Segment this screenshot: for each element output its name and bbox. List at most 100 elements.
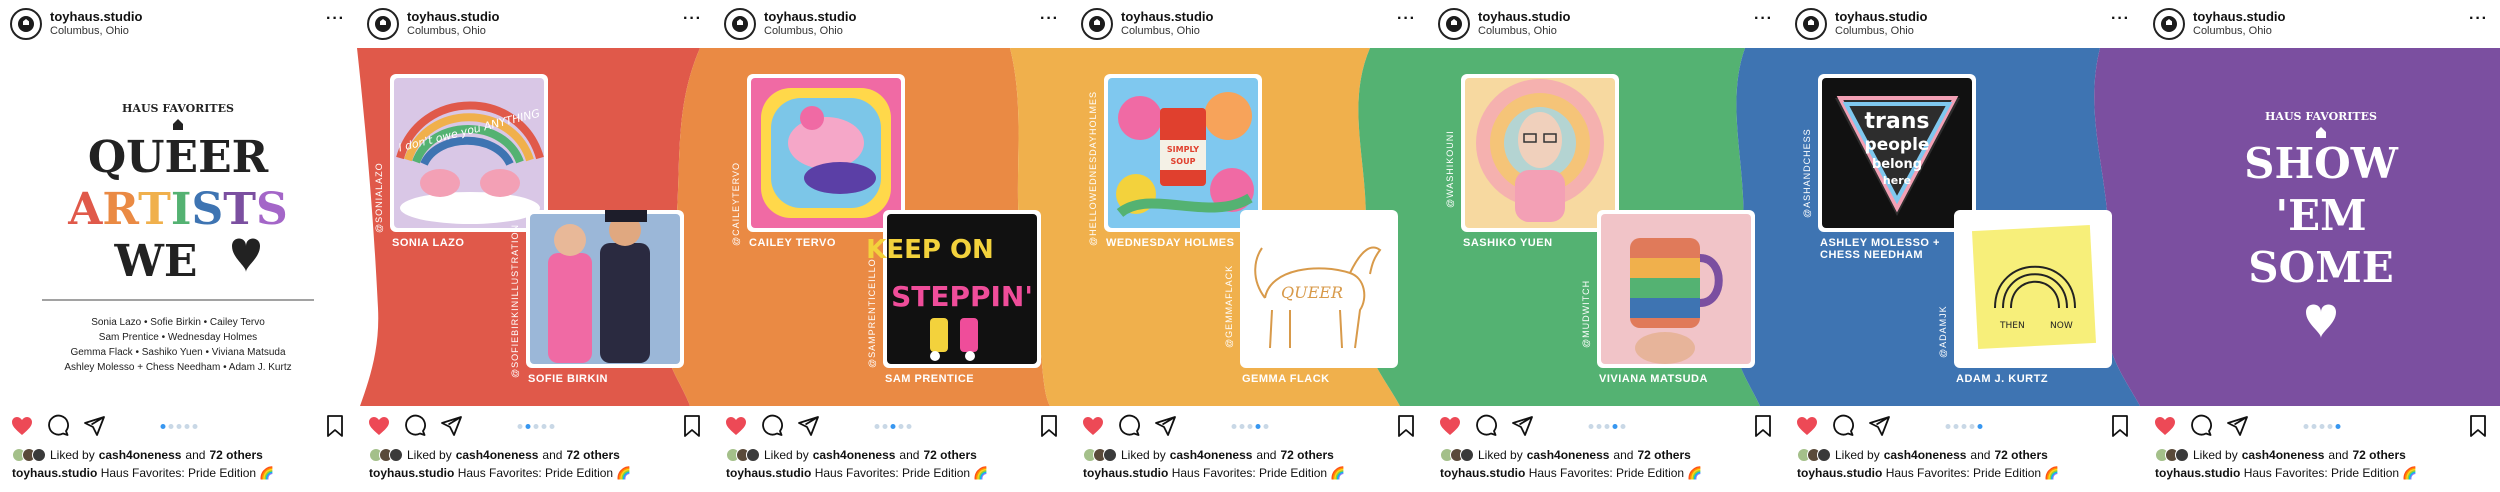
liked-by-user[interactable]: cash4oneness bbox=[2242, 448, 2325, 462]
bookmark-icon[interactable] bbox=[2466, 414, 2490, 438]
carousel-dot[interactable] bbox=[1977, 424, 1982, 429]
avatar[interactable] bbox=[1081, 8, 1113, 40]
username[interactable]: toyhaus.studio bbox=[2193, 9, 2285, 24]
comment-icon[interactable] bbox=[2189, 414, 2213, 438]
bookmark-icon[interactable] bbox=[1751, 414, 1775, 438]
carousel-dot[interactable] bbox=[549, 424, 554, 429]
carousel-dot[interactable] bbox=[2319, 424, 2324, 429]
username[interactable]: toyhaus.studio bbox=[1835, 9, 1927, 24]
location[interactable]: Columbus, Ohio bbox=[407, 25, 486, 37]
location[interactable]: Columbus, Ohio bbox=[1478, 25, 1557, 37]
comment-icon[interactable] bbox=[1831, 414, 1855, 438]
carousel-dot[interactable] bbox=[1953, 424, 1958, 429]
carousel-dot[interactable] bbox=[192, 424, 197, 429]
liker-avatars[interactable] bbox=[1797, 448, 1831, 462]
bookmark-icon[interactable] bbox=[1037, 414, 1061, 438]
heart-icon[interactable] bbox=[2153, 414, 2177, 438]
caption-username[interactable]: toyhaus.studio bbox=[726, 466, 811, 480]
location[interactable]: Columbus, Ohio bbox=[50, 25, 129, 37]
caption-username[interactable]: toyhaus.studio bbox=[12, 466, 97, 480]
location[interactable]: Columbus, Ohio bbox=[1835, 25, 1914, 37]
carousel-dot[interactable] bbox=[1239, 424, 1244, 429]
carousel-dot[interactable] bbox=[882, 424, 887, 429]
carousel-dot[interactable] bbox=[1620, 424, 1625, 429]
heart-icon[interactable] bbox=[1795, 414, 1819, 438]
more-options-icon[interactable]: ··· bbox=[1040, 10, 1059, 28]
liked-by-others[interactable]: 72 others bbox=[566, 448, 619, 462]
carousel-dot[interactable] bbox=[2335, 424, 2340, 429]
liker-avatars[interactable] bbox=[1083, 448, 1117, 462]
liked-by-others[interactable]: 72 others bbox=[923, 448, 976, 462]
carousel-dot[interactable] bbox=[1969, 424, 1974, 429]
username[interactable]: toyhaus.studio bbox=[1478, 9, 1570, 24]
location[interactable]: Columbus, Ohio bbox=[1121, 25, 1200, 37]
more-options-icon[interactable]: ··· bbox=[1754, 10, 1773, 28]
carousel-dot[interactable] bbox=[525, 424, 530, 429]
carousel-dot[interactable] bbox=[1255, 424, 1260, 429]
caption-username[interactable]: toyhaus.studio bbox=[1083, 466, 1168, 480]
carousel-dot[interactable] bbox=[1588, 424, 1593, 429]
share-icon[interactable] bbox=[82, 414, 106, 438]
carousel-dot[interactable] bbox=[890, 424, 895, 429]
carousel-dot[interactable] bbox=[1596, 424, 1601, 429]
more-options-icon[interactable]: ··· bbox=[2469, 10, 2488, 28]
share-icon[interactable] bbox=[1510, 414, 1534, 438]
more-options-icon[interactable]: ··· bbox=[326, 10, 345, 28]
heart-icon[interactable] bbox=[1081, 414, 1105, 438]
caption-username[interactable]: toyhaus.studio bbox=[369, 466, 454, 480]
caption-username[interactable]: toyhaus.studio bbox=[1797, 466, 1882, 480]
username[interactable]: toyhaus.studio bbox=[50, 9, 142, 24]
share-icon[interactable] bbox=[439, 414, 463, 438]
liker-avatars[interactable] bbox=[2155, 448, 2189, 462]
avatar[interactable] bbox=[10, 8, 42, 40]
share-icon[interactable] bbox=[1867, 414, 1891, 438]
bookmark-icon[interactable] bbox=[323, 414, 347, 438]
liked-by-others[interactable]: 72 others bbox=[1994, 448, 2047, 462]
comment-icon[interactable] bbox=[1474, 414, 1498, 438]
carousel-dot[interactable] bbox=[184, 424, 189, 429]
more-options-icon[interactable]: ··· bbox=[1397, 10, 1416, 28]
share-icon[interactable] bbox=[2225, 414, 2249, 438]
caption-username[interactable]: toyhaus.studio bbox=[1440, 466, 1525, 480]
bookmark-icon[interactable] bbox=[1394, 414, 1418, 438]
liked-by-others[interactable]: 72 others bbox=[2352, 448, 2405, 462]
carousel-dot[interactable] bbox=[1247, 424, 1252, 429]
carousel-dot[interactable] bbox=[1612, 424, 1617, 429]
carousel-dot[interactable] bbox=[176, 424, 181, 429]
liker-avatars[interactable] bbox=[726, 448, 760, 462]
liked-by-others[interactable]: 72 others bbox=[1280, 448, 1333, 462]
more-options-icon[interactable]: ··· bbox=[2111, 10, 2130, 28]
heart-icon[interactable] bbox=[10, 414, 34, 438]
liker-avatars[interactable] bbox=[369, 448, 403, 462]
location[interactable]: Columbus, Ohio bbox=[764, 25, 843, 37]
carousel-dot[interactable] bbox=[1263, 424, 1268, 429]
carousel-dot[interactable] bbox=[1945, 424, 1950, 429]
liker-avatars[interactable] bbox=[1440, 448, 1474, 462]
username[interactable]: toyhaus.studio bbox=[1121, 9, 1213, 24]
carousel-dot[interactable] bbox=[160, 424, 165, 429]
liked-by-others[interactable]: 72 others bbox=[209, 448, 262, 462]
carousel-dot[interactable] bbox=[1961, 424, 1966, 429]
carousel-dot[interactable] bbox=[906, 424, 911, 429]
bookmark-icon[interactable] bbox=[680, 414, 704, 438]
comment-icon[interactable] bbox=[760, 414, 784, 438]
heart-icon[interactable] bbox=[724, 414, 748, 438]
carousel-dot[interactable] bbox=[874, 424, 879, 429]
heart-icon[interactable] bbox=[367, 414, 391, 438]
avatar[interactable] bbox=[367, 8, 399, 40]
heart-icon[interactable] bbox=[1438, 414, 1462, 438]
carousel-dot[interactable] bbox=[533, 424, 538, 429]
share-icon[interactable] bbox=[1153, 414, 1177, 438]
caption-username[interactable]: toyhaus.studio bbox=[2155, 466, 2240, 480]
avatar[interactable] bbox=[2153, 8, 2185, 40]
location[interactable]: Columbus, Ohio bbox=[2193, 25, 2272, 37]
comment-icon[interactable] bbox=[1117, 414, 1141, 438]
liked-by-user[interactable]: cash4oneness bbox=[1170, 448, 1253, 462]
carousel-dot[interactable] bbox=[2303, 424, 2308, 429]
more-options-icon[interactable]: ··· bbox=[683, 10, 702, 28]
avatar[interactable] bbox=[1438, 8, 1470, 40]
username[interactable]: toyhaus.studio bbox=[764, 9, 856, 24]
username[interactable]: toyhaus.studio bbox=[407, 9, 499, 24]
bookmark-icon[interactable] bbox=[2108, 414, 2132, 438]
carousel-dot[interactable] bbox=[2327, 424, 2332, 429]
